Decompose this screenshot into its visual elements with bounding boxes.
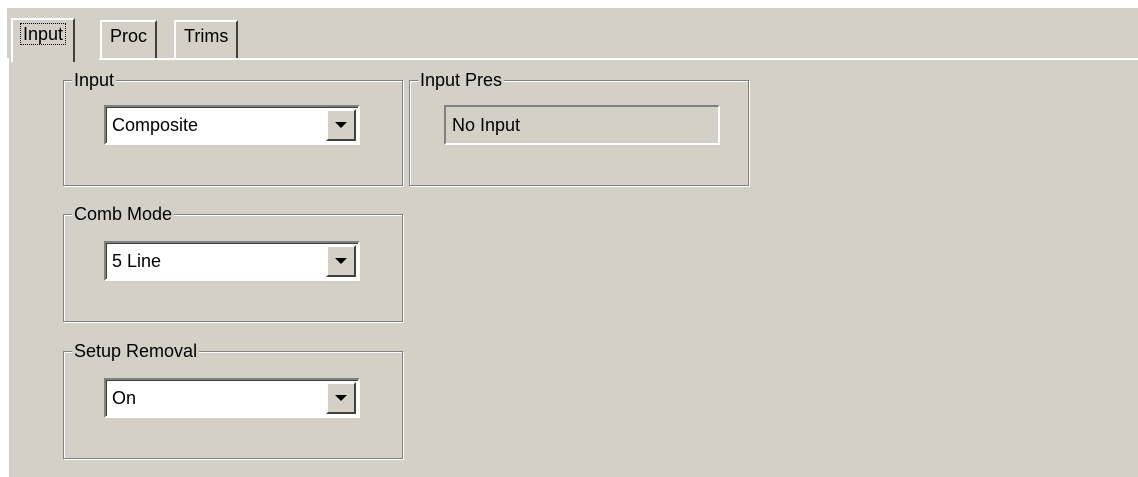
- setup-removal-select-value: On: [112, 388, 137, 408]
- comb-mode-select-dropdown-button[interactable]: [326, 245, 356, 277]
- tab-proc[interactable]: Proc: [100, 20, 158, 58]
- input-select-dropdown-button[interactable]: [326, 109, 356, 141]
- input-select-value: Composite: [112, 115, 199, 135]
- tab-proc-label: Proc: [110, 26, 148, 46]
- setup-removal-group-label: Setup Removal: [72, 340, 200, 362]
- tab-trims-label: Trims: [184, 26, 229, 46]
- tab-input[interactable]: Input: [11, 18, 76, 62]
- tab-panel-border-left: [7, 58, 9, 477]
- chevron-down-icon: [335, 122, 347, 128]
- chevron-down-icon: [335, 258, 347, 264]
- setup-removal-select-dropdown-button[interactable]: [326, 382, 356, 414]
- comb-mode-select[interactable]: 5 Line: [104, 241, 360, 281]
- tab-panel-border-top: [99, 58, 1138, 60]
- settings-window: Input Proc Trims Input Composite Input P…: [7, 8, 1138, 477]
- input-pres-group-label: Input Pres: [418, 69, 505, 91]
- input-pres-display: No Input: [444, 105, 720, 145]
- tab-input-label: Input: [19, 23, 67, 45]
- input-group-label: Input: [72, 69, 117, 91]
- input-group: Input Composite: [63, 69, 403, 186]
- tab-trims[interactable]: Trims: [174, 20, 239, 58]
- comb-mode-select-value: 5 Line: [112, 251, 162, 271]
- input-pres-group: Input Pres No Input: [409, 69, 749, 186]
- comb-mode-group-label: Comb Mode: [72, 203, 175, 225]
- comb-mode-group: Comb Mode 5 Line: [63, 203, 403, 322]
- setup-removal-group: Setup Removal On: [63, 340, 403, 459]
- input-select[interactable]: Composite: [104, 105, 360, 145]
- input-pres-value: No Input: [452, 115, 521, 135]
- chevron-down-icon: [335, 395, 347, 401]
- setup-removal-select[interactable]: On: [104, 378, 360, 418]
